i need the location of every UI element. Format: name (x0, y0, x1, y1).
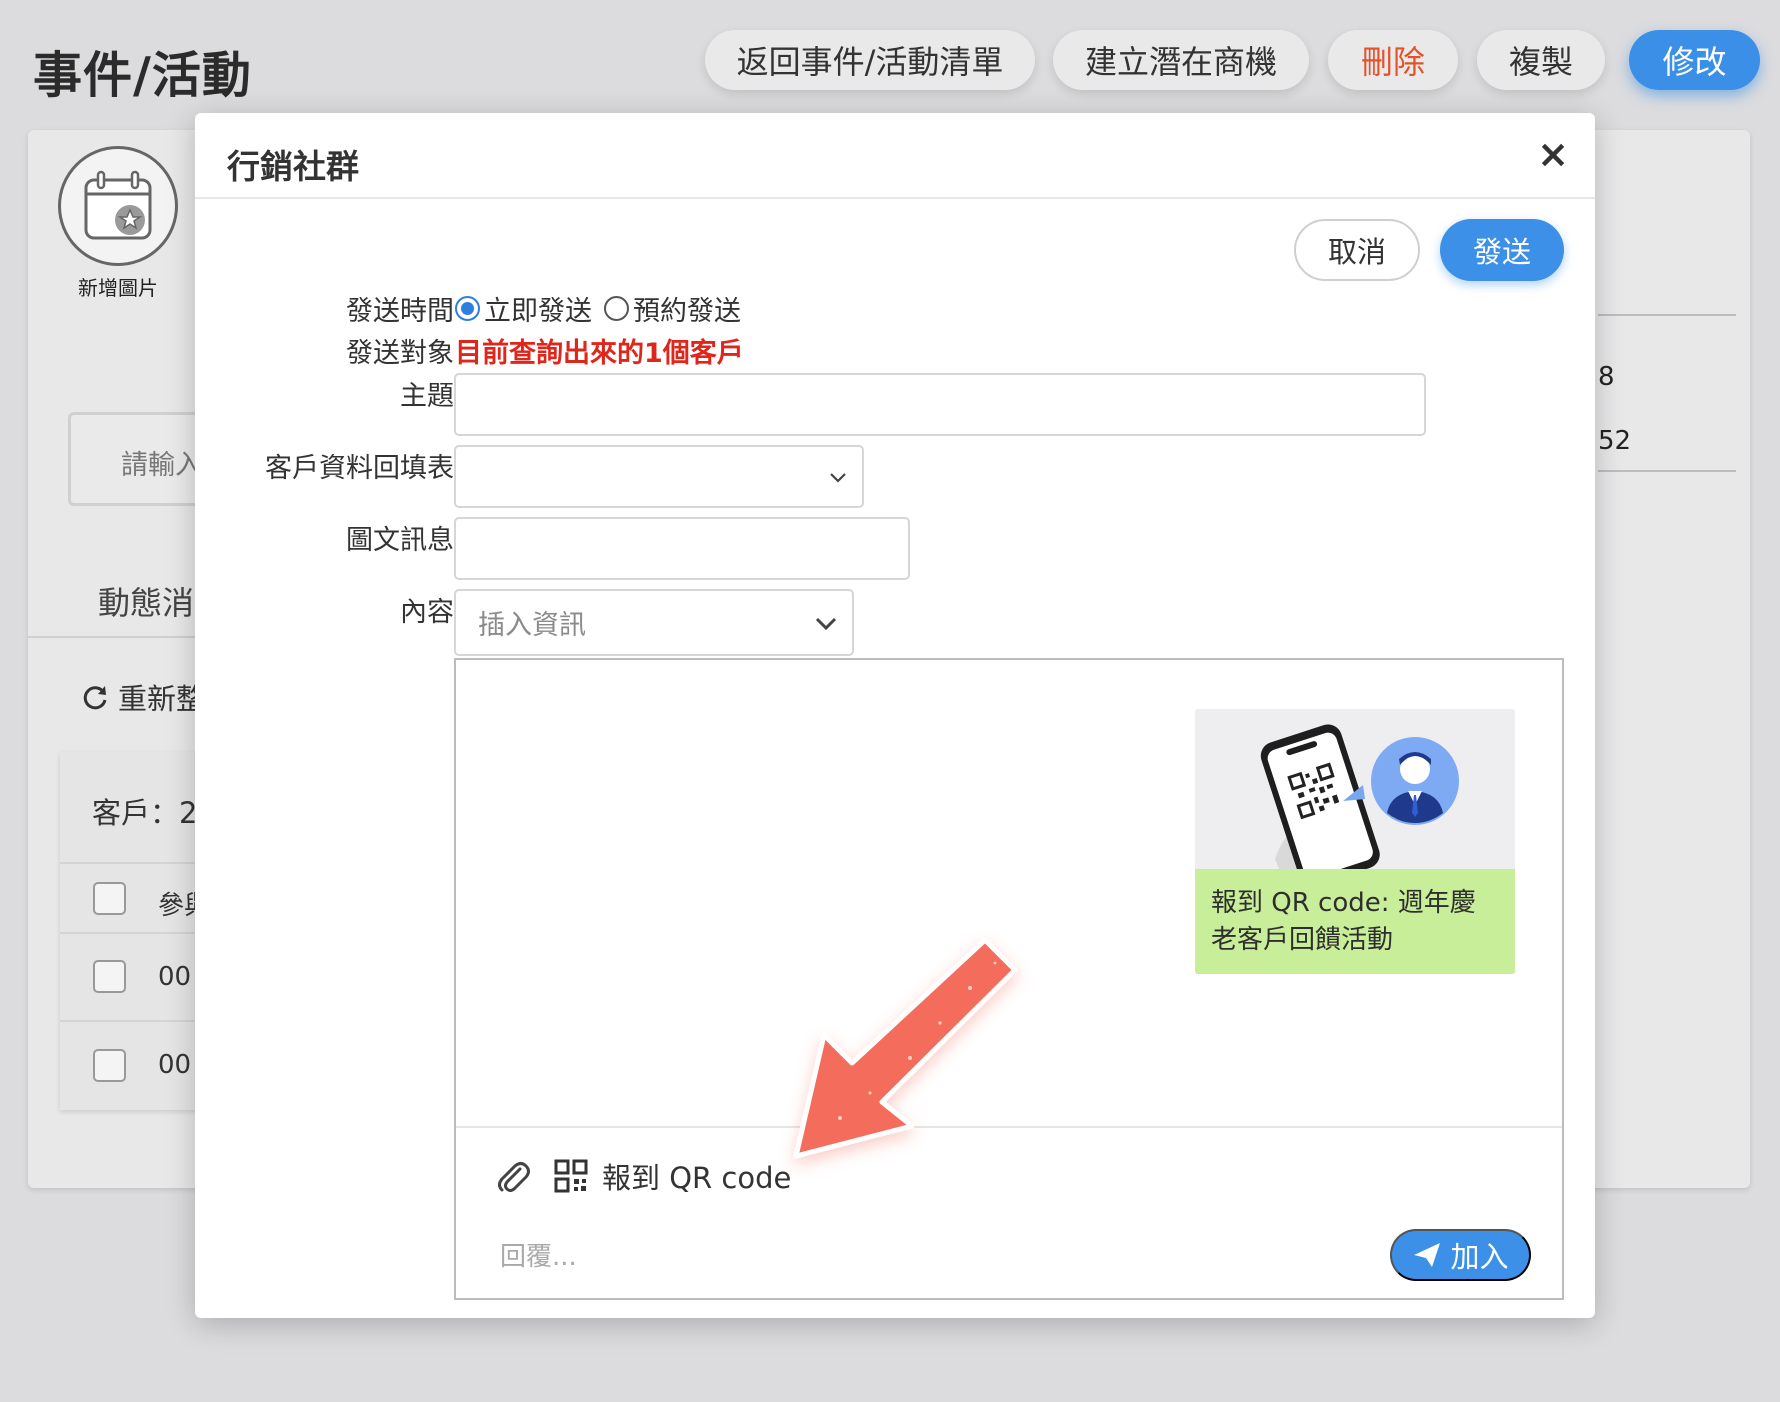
form-label: 客戶資料回填表 (265, 453, 454, 484)
modal-header: 行銷社群 × (195, 113, 1595, 199)
refresh-button-bg[interactable]: 重新整 (80, 676, 205, 718)
send-now-radio[interactable] (455, 296, 480, 321)
image-message-label: 圖文訊息 (346, 525, 454, 556)
reply-input[interactable]: 回覆... (500, 1236, 577, 1273)
table-cell: 00 (158, 1050, 192, 1080)
qr-code-icon (554, 1159, 588, 1193)
subject-input[interactable] (454, 373, 1426, 436)
insert-info-select[interactable]: 插入資訊 (454, 589, 854, 656)
right-divider (1598, 314, 1736, 316)
phone-qr-image (1195, 709, 1515, 886)
card-image (1195, 709, 1515, 886)
send-time-label: 發送時間 (346, 296, 454, 327)
right-divider (1598, 470, 1736, 472)
modal-title: 行銷社群 (227, 147, 359, 186)
marketing-modal: 行銷社群 × 取消 發送 發送時間 立即發送 預約發送 發送對象 目前查詢出來的… (195, 113, 1595, 1318)
close-icon[interactable]: × (1537, 135, 1569, 173)
right-value: 52 (1598, 426, 1632, 456)
delete-button[interactable]: 刪除 (1328, 30, 1458, 90)
avatar[interactable] (58, 146, 178, 266)
refresh-icon (83, 686, 107, 710)
select-all-checkbox[interactable] (93, 882, 126, 915)
card-caption: 報到 QR code: 週年慶老客戶回饋活動 (1195, 869, 1515, 974)
add-button[interactable]: 加入 (1390, 1229, 1531, 1281)
attachment-row: 報到 QR code (492, 1155, 791, 1197)
copy-button[interactable]: 複製 (1477, 30, 1605, 90)
cancel-button[interactable]: 取消 (1294, 219, 1420, 281)
send-button[interactable]: 發送 (1440, 219, 1564, 281)
create-opportunity-button[interactable]: 建立潛在商機 (1053, 30, 1309, 90)
customer-count-bg: 客戶：2 (92, 796, 198, 830)
send-scheduled-radio[interactable] (604, 296, 629, 321)
avatar-label: 新增圖片 (78, 276, 158, 300)
send-time-radio-group: 立即發送 預約發送 (455, 289, 741, 328)
row-checkbox[interactable] (93, 960, 126, 993)
message-editor[interactable]: 報到 QR code: 週年慶老客戶回饋活動 報到 QR code 回覆... (454, 658, 1564, 1300)
add-label: 加入 (1450, 1242, 1509, 1274)
back-to-list-button[interactable]: 返回事件/活動清單 (705, 30, 1035, 90)
refresh-label: 重新整 (118, 682, 206, 716)
send-now-label[interactable]: 立即發送 (484, 289, 592, 328)
qr-message-card[interactable]: 報到 QR code: 週年慶老客戶回饋活動 (1195, 709, 1515, 974)
page-title: 事件/活動 (33, 47, 252, 104)
content-label: 內容 (400, 597, 454, 628)
send-scheduled-label[interactable]: 預約發送 (633, 289, 741, 328)
chevron-down-icon (815, 617, 837, 630)
table-cell: 00 (158, 962, 192, 992)
attachment-label[interactable]: 報到 QR code (602, 1155, 791, 1197)
form-select[interactable] (454, 445, 864, 508)
editor-divider (456, 1126, 1562, 1128)
right-value: 8 (1598, 362, 1615, 392)
paperclip-icon[interactable] (492, 1156, 532, 1196)
target-label: 發送對象 (346, 338, 454, 369)
chevron-down-icon (830, 472, 846, 483)
insert-info-placeholder: 插入資訊 (478, 610, 586, 641)
row-checkbox[interactable] (93, 1049, 126, 1082)
calendar-star-icon (84, 170, 152, 240)
edit-button[interactable]: 修改 (1629, 30, 1760, 90)
image-message-input[interactable] (454, 517, 910, 580)
send-plane-icon (1414, 1243, 1441, 1267)
subject-label: 主題 (400, 381, 454, 412)
target-value: 目前查詢出來的1個客戶 (455, 338, 744, 369)
tab-dynamic-bg[interactable]: 動態消 (98, 578, 194, 624)
